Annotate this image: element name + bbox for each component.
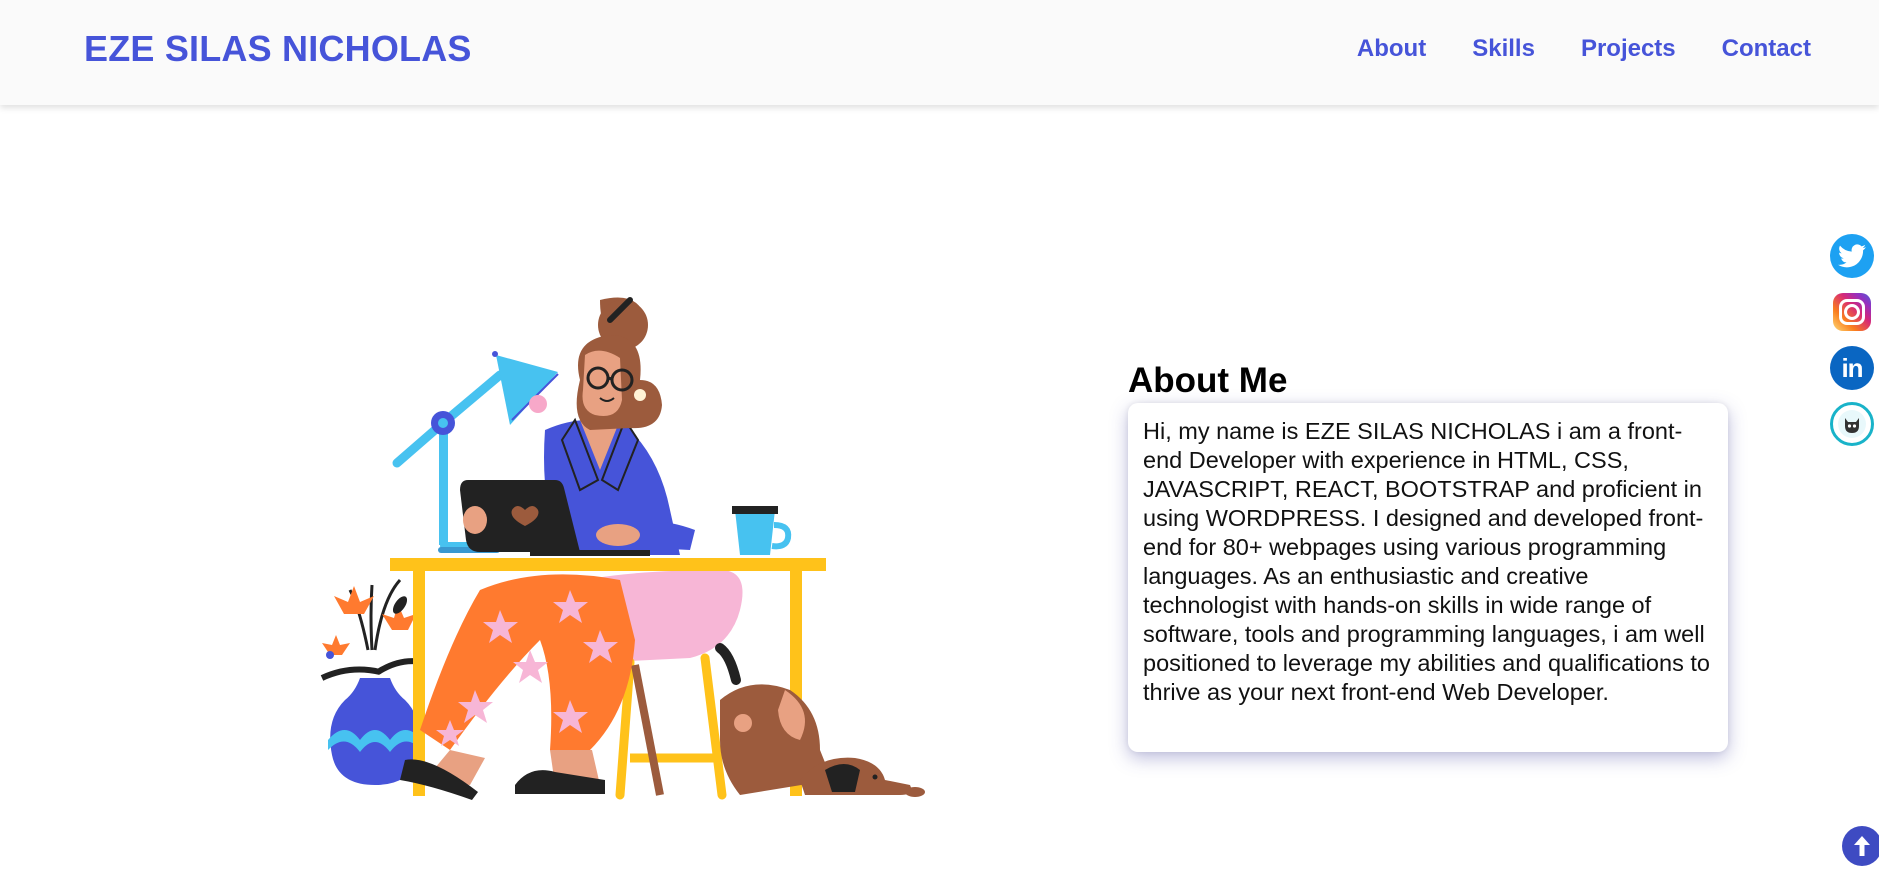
main-nav: About Skills Projects Contact	[1357, 35, 1811, 63]
about-text: Hi, my name is EZE SILAS NICHOLAS i am a…	[1143, 418, 1710, 705]
about-title: About Me	[1128, 361, 1288, 400]
nav-link-projects[interactable]: Projects	[1581, 35, 1676, 63]
twitter-icon[interactable]	[1830, 234, 1874, 278]
about-card: Hi, my name is EZE SILAS NICHOLAS i am a…	[1128, 403, 1728, 752]
nav-link-skills[interactable]: Skills	[1472, 35, 1535, 63]
scroll-to-top-button[interactable]	[1842, 826, 1879, 866]
arrow-up-icon	[1854, 836, 1870, 856]
plant-vase	[320, 578, 423, 785]
social-links: in	[1830, 234, 1874, 446]
dog	[715, 643, 925, 797]
linkedin-icon[interactable]: in	[1830, 346, 1874, 390]
github-icon[interactable]	[1830, 402, 1874, 446]
nav-link-about[interactable]: About	[1357, 35, 1426, 63]
nav-link-contact[interactable]: Contact	[1722, 35, 1811, 63]
mug	[732, 506, 792, 555]
instagram-icon[interactable]	[1830, 290, 1874, 334]
site-header: EZE SILAS NICHOLAS About Skills Projects…	[0, 0, 1879, 105]
site-logo-text[interactable]: EZE SILAS NICHOLAS	[84, 28, 472, 70]
hero-illustration	[300, 280, 980, 810]
